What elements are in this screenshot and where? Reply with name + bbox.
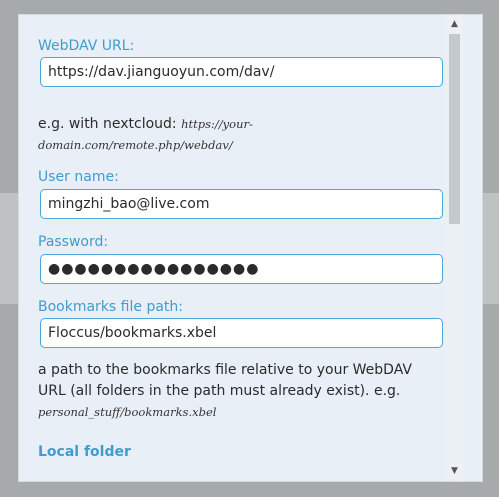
scroll-down-icon[interactable]: ▼ [446,463,463,479]
bookmarks-path-hint: a path to the bookmarks file relative to… [38,360,443,423]
webdav-url-label: WebDAV URL: [38,38,135,54]
local-folder-heading: Local folder [38,444,131,460]
bookmarks-path-hint-text: a path to the bookmarks file relative to… [38,362,412,399]
webdav-example-hint: e.g. with nextcloud: https://your-domain… [38,114,443,156]
scrollbar[interactable]: ▲ ▼ [446,15,463,481]
webdav-example-prefix: e.g. with nextcloud: [38,116,182,132]
password-label: Password: [38,234,109,250]
username-label: User name: [38,169,119,185]
bookmarks-path-hint-code: personal_stuff/bookmarks.xbel [38,405,217,419]
scroll-thumb[interactable] [449,34,460,224]
bookmarks-path-label: Bookmarks file path: [38,299,183,315]
scroll-up-icon[interactable]: ▲ [446,16,463,32]
webdav-settings-dialog: WebDAV URL: https://dav.jianguoyun.com/d… [19,15,482,481]
username-input[interactable]: mingzhi_bao@live.com [40,189,443,219]
close-icon[interactable]: ✕ [479,31,482,47]
bookmarks-path-input[interactable]: Floccus/bookmarks.xbel [40,318,443,348]
webdav-url-input[interactable]: https://dav.jianguoyun.com/dav/ [40,57,443,87]
password-input[interactable]: ●●●●●●●●●●●●●●●● [40,254,443,284]
